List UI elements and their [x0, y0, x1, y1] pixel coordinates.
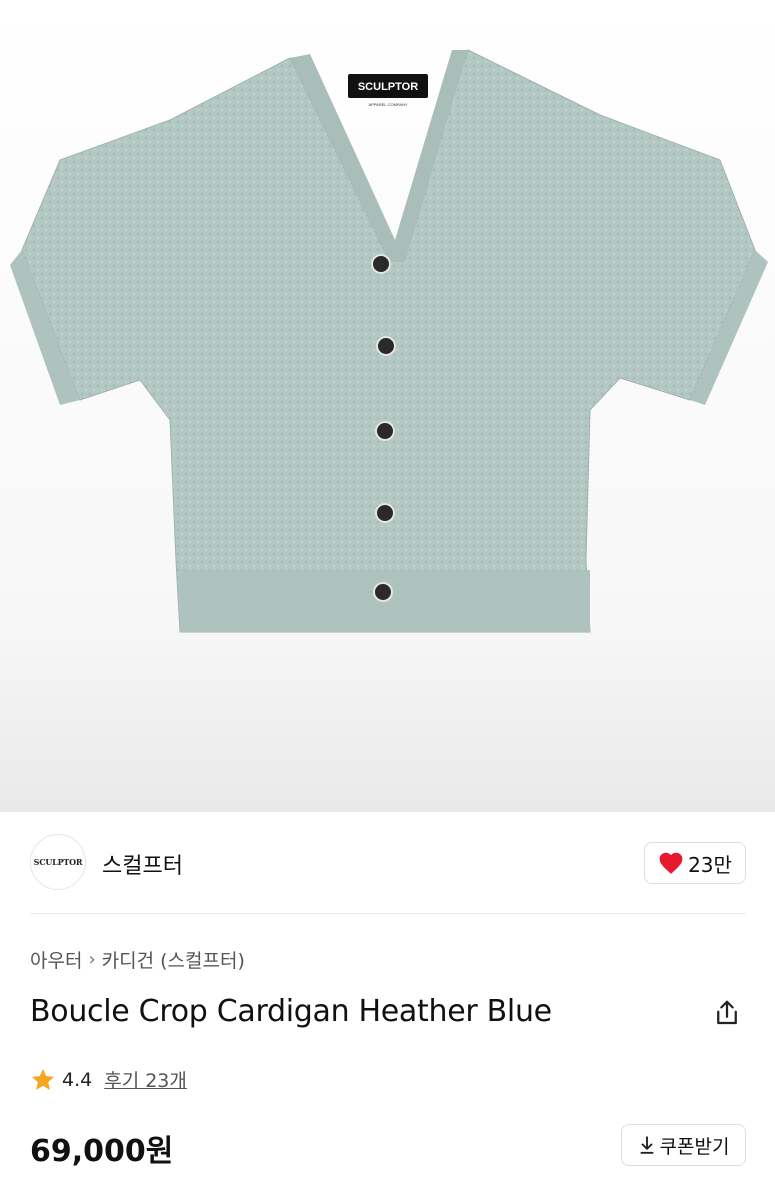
- coupon-button[interactable]: 쿠폰받기: [621, 1124, 746, 1166]
- breadcrumb-item-cardigan[interactable]: 카디건 (스컬프터): [102, 946, 245, 973]
- breadcrumb: 아우터 › 카디건 (스컬프터): [30, 946, 245, 973]
- product-image[interactable]: SCULPTOR APPAREL COMPANY: [0, 0, 775, 812]
- product-title: Boucle Crop Cardigan Heather Blue: [30, 994, 552, 1029]
- download-icon: [640, 1136, 654, 1154]
- chevron-right-icon: ›: [88, 949, 96, 970]
- reviews-link[interactable]: 후기 23개: [104, 1066, 187, 1093]
- brand-row[interactable]: SCULPTOR 스컬프터 23만: [30, 834, 746, 892]
- brand-logo[interactable]: SCULPTOR: [30, 834, 86, 890]
- coupon-label: 쿠폰받기: [659, 1135, 730, 1158]
- cardigan-illustration: SCULPTOR APPAREL COMPANY: [10, 49, 768, 633]
- share-icon[interactable]: [712, 998, 742, 1028]
- star-icon: [31, 1068, 55, 1090]
- like-count: 23만: [688, 852, 732, 877]
- brand-label-text: SCULPTOR: [358, 81, 418, 93]
- rating-row: 4.4 후기 23개: [30, 1066, 187, 1093]
- product-price: 69,000원: [30, 1134, 174, 1169]
- brand-name[interactable]: 스컬프터: [102, 848, 183, 880]
- rating-value: 4.4: [62, 1068, 93, 1091]
- heart-icon: [659, 852, 683, 874]
- divider: [30, 913, 746, 914]
- brand-logo-text: SCULPTOR: [33, 857, 83, 867]
- breadcrumb-item-outer[interactable]: 아우터: [30, 946, 82, 973]
- like-button[interactable]: 23만: [644, 842, 746, 884]
- brand-label-subtext: APPAREL COMPANY: [368, 102, 407, 107]
